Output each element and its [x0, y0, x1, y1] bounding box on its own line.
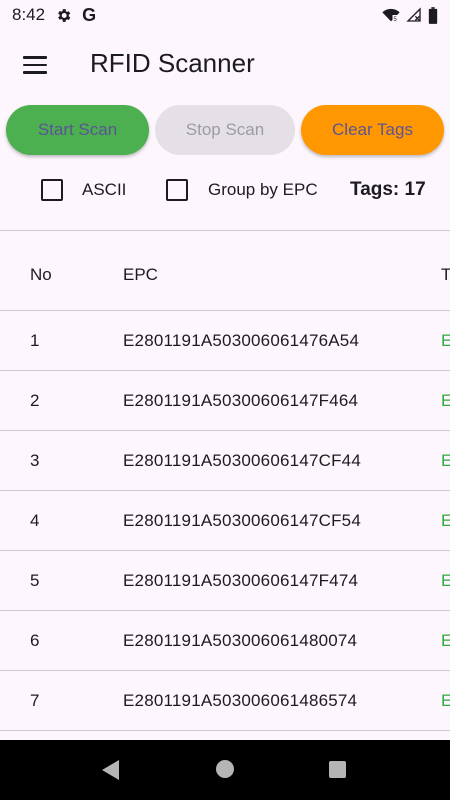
menu-line	[23, 56, 47, 59]
status-right: 5	[382, 6, 438, 24]
row-number: 7	[30, 691, 40, 710]
ascii-label: ASCII	[82, 180, 127, 199]
row-type: E	[441, 631, 450, 650]
ascii-checkbox[interactable]	[41, 179, 63, 201]
app-bar: RFID Scanner	[0, 30, 450, 100]
table-row[interactable]: 2 E2801191A50300606147F464 E	[0, 371, 450, 431]
group-by-epc-label: Group by EPC	[208, 180, 318, 199]
row-number: 4	[30, 511, 40, 530]
row-epc: E2801191A503006061476A54	[123, 331, 360, 350]
row-epc: E2801191A503006061486574	[123, 691, 358, 710]
table-row[interactable]: 6 E2801191A503006061480074 E	[0, 611, 450, 671]
table-row[interactable]: 7 E2801191A503006061486574 E	[0, 671, 450, 731]
row-epc: E2801191A503006061480074	[123, 631, 358, 650]
group-by-epc-checkbox[interactable]	[166, 179, 188, 201]
page-title: RFID Scanner	[90, 48, 255, 78]
row-type: E	[441, 511, 450, 530]
svg-text:5: 5	[393, 16, 397, 23]
hamburger-menu-icon[interactable]	[18, 50, 52, 80]
row-type: E	[441, 391, 450, 410]
table-row[interactable]: 3 E2801191A50300606147CF44 E	[0, 431, 450, 491]
row-type: E	[441, 571, 450, 590]
row-number: 5	[30, 571, 40, 590]
menu-line	[23, 71, 47, 74]
table-row[interactable]: 1 E2801191A503006061476A54 E	[0, 311, 450, 371]
clear-tags-button[interactable]: Clear Tags	[301, 105, 444, 155]
status-left: 8:42 G	[12, 5, 96, 26]
tag-list: 1 E2801191A503006061476A54 E 2 E2801191A…	[0, 311, 450, 731]
start-scan-button[interactable]: Start Scan	[6, 105, 149, 155]
tags-count: Tags: 17	[350, 179, 426, 200]
status-time: 8:42	[12, 5, 46, 24]
navigation-bar	[0, 740, 450, 800]
row-number: 6	[30, 631, 40, 650]
back-icon[interactable]	[102, 760, 119, 780]
row-type: E	[441, 691, 450, 710]
table-header: No EPC T	[0, 231, 450, 311]
row-type: E	[441, 451, 450, 470]
battery-icon	[428, 6, 438, 24]
column-header-epc: EPC	[123, 265, 158, 284]
wifi-icon: 5	[382, 7, 400, 23]
row-epc: E2801191A50300606147CF54	[123, 511, 361, 530]
table-row[interactable]: 5 E2801191A50300606147F474 E	[0, 551, 450, 611]
row-number: 1	[30, 331, 40, 350]
column-header-no: No	[30, 265, 52, 284]
no-signal-icon	[406, 7, 422, 23]
recent-apps-icon[interactable]	[329, 761, 346, 778]
row-epc: E2801191A50300606147F464	[123, 391, 359, 410]
stop-scan-button[interactable]: Stop Scan	[155, 105, 295, 155]
home-icon[interactable]	[216, 760, 234, 778]
column-header-type: T	[441, 265, 450, 284]
row-type: E	[441, 331, 450, 350]
table-row[interactable]: 4 E2801191A50300606147CF54 E	[0, 491, 450, 551]
row-number: 2	[30, 391, 40, 410]
row-epc: E2801191A50300606147CF44	[123, 451, 361, 470]
google-icon: G	[82, 4, 97, 25]
row-epc: E2801191A50300606147F474	[123, 571, 359, 590]
row-number: 3	[30, 451, 40, 470]
menu-line	[23, 63, 47, 67]
status-bar: 8:42 G 5	[0, 0, 450, 30]
gear-icon	[55, 7, 72, 24]
